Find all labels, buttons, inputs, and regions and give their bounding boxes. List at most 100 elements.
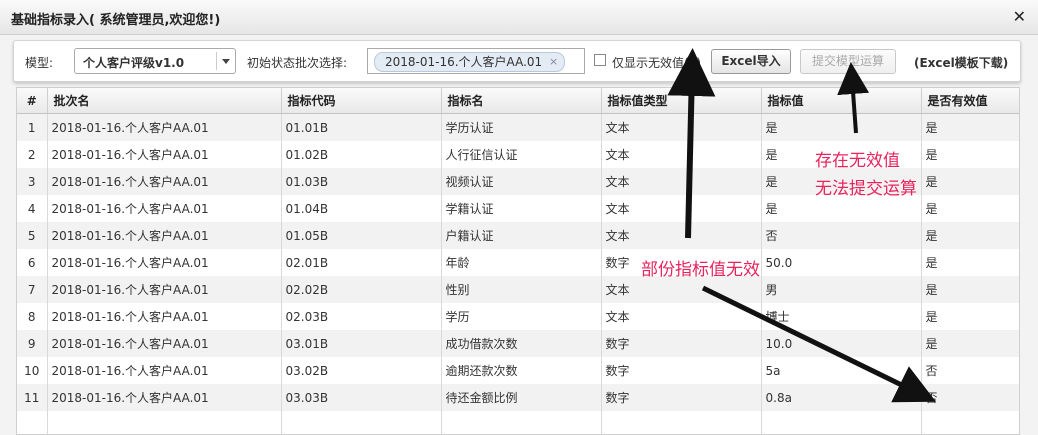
cell-index: 5 xyxy=(17,222,48,249)
invalid-only-checkbox[interactable] xyxy=(594,54,606,66)
table-row[interactable]: 10 2018-01-16.个人客户AA.01 03.02B 逾期还款次数 数字 5a 否 xyxy=(17,357,1019,384)
cell-valid: 是 xyxy=(921,168,1019,195)
invalid-only-label: 仅显示无效值(2) xyxy=(612,56,701,70)
cell-index: 2 xyxy=(17,141,48,168)
cell-code: 01.02B xyxy=(281,141,442,168)
cell-name: 待还金额比例 xyxy=(441,384,602,411)
excel-import-button[interactable]: Excel导入 xyxy=(711,49,791,74)
cell-index: 1 xyxy=(17,113,48,141)
model-select[interactable]: 个人客户评级v1.0 xyxy=(74,48,236,74)
table-row[interactable]: 5 2018-01-16.个人客户AA.01 01.05B 户籍认证 文本否是 xyxy=(17,222,1019,249)
cell-batch: 2018-01-16.个人客户AA.01 xyxy=(47,222,282,249)
cell-valid: 是 xyxy=(921,330,1019,357)
close-icon[interactable]: ✕ xyxy=(1013,7,1026,26)
cell-batch: 2018-01-16.个人客户AA.01 xyxy=(47,113,282,141)
table-row[interactable]: 11 2018-01-16.个人客户AA.01 03.03B 待还金额比例 数字 0.8a… xyxy=(17,384,1019,411)
cell-value: 否 xyxy=(761,222,922,249)
cell-name: 成功借款次数 xyxy=(441,330,602,357)
cell-index: 10 xyxy=(17,357,48,384)
cell-type: 文本 xyxy=(601,195,762,222)
col-header-batch[interactable]: 批次名 xyxy=(47,88,282,114)
col-header-valid[interactable]: 是否有效值 xyxy=(921,88,1019,114)
cell-type: 文本 xyxy=(601,113,762,141)
empty-cell xyxy=(921,411,1019,434)
empty-cell xyxy=(761,411,922,434)
batch-tag: 2018-01-16.个人客户AA.01 × xyxy=(374,52,566,72)
cell-name: 学籍认证 xyxy=(441,195,602,222)
cell-type: 文本 xyxy=(601,168,762,195)
cell-name: 学历 xyxy=(441,303,602,330)
col-header-type[interactable]: 指标值类型 xyxy=(601,88,762,114)
col-header-code[interactable]: 指标代码 xyxy=(281,88,442,114)
model-select-value: 个人客户评级v1.0 xyxy=(83,56,185,70)
cell-index: 6 xyxy=(17,249,48,276)
cell-valid: 是 xyxy=(921,222,1019,249)
batch-tag-label: 2018-01-16.个人客户AA.01 xyxy=(385,55,543,69)
table-row[interactable]: 7 2018-01-16.个人客户AA.01 02.02B 性别 文本男是 xyxy=(17,276,1019,303)
submit-model-button[interactable]: 提交模型运算 xyxy=(800,49,896,74)
cell-batch: 2018-01-16.个人客户AA.01 xyxy=(47,249,282,276)
cell-batch: 2018-01-16.个人客户AA.01 xyxy=(47,357,282,384)
cell-code: 01.04B xyxy=(281,195,442,222)
cell-code: 01.03B xyxy=(281,168,442,195)
cell-type: 数字 xyxy=(601,357,762,384)
col-header-name[interactable]: 指标名 xyxy=(441,88,602,114)
cell-valid: 是 xyxy=(921,141,1019,168)
cell-value: 男 xyxy=(761,276,922,303)
cell-batch: 2018-01-16.个人客户AA.01 xyxy=(47,303,282,330)
cell-value: 是 xyxy=(761,113,922,141)
table-row[interactable]: 9 2018-01-16.个人客户AA.01 03.01B 成功借款次数 数字 10.0 是 xyxy=(17,330,1019,357)
cell-name: 户籍认证 xyxy=(441,222,602,249)
excel-template-link[interactable]: (Excel模板下载) xyxy=(914,54,1008,71)
table-row[interactable]: 6 2018-01-16.个人客户AA.01 02.01B 年龄 数字 50.0 是 xyxy=(17,249,1019,276)
table-row[interactable]: 3 2018-01-16.个人客户AA.01 01.03B 视频认证 文本是是 xyxy=(17,168,1019,195)
cell-type: 文本 xyxy=(601,141,762,168)
cell-name: 逾期还款次数 xyxy=(441,357,602,384)
window-title: 基础指标录入( 系统管理员,欢迎您!) xyxy=(11,13,221,28)
cell-type: 数字 xyxy=(601,330,762,357)
cell-code: 03.03B xyxy=(281,384,442,411)
col-header-index[interactable]: # xyxy=(17,88,48,114)
cell-name: 性别 xyxy=(441,276,602,303)
empty-cell xyxy=(441,411,602,434)
batch-label: 初始状态批次选择: xyxy=(247,56,348,70)
empty-cell xyxy=(281,411,442,434)
empty-cell xyxy=(17,411,48,434)
cell-value: 博士 xyxy=(761,303,922,330)
cell-name: 学历认证 xyxy=(441,113,602,141)
batch-select-input[interactable]: 2018-01-16.个人客户AA.01 × xyxy=(367,48,585,74)
model-label: 模型: xyxy=(25,56,54,70)
cell-type: 文本 xyxy=(601,303,762,330)
cell-index: 3 xyxy=(17,168,48,195)
cell-value: 是 xyxy=(761,168,922,195)
cell-name: 视频认证 xyxy=(441,168,602,195)
table-row[interactable]: 1 2018-01-16.个人客户AA.01 01.01B 学历认证 文本是是 xyxy=(17,113,1019,141)
chevron-down-icon xyxy=(222,59,230,64)
table-row[interactable]: 2 2018-01-16.个人客户AA.01 01.02B 人行征信认证 文本是是 xyxy=(17,141,1019,168)
cell-type: 数字 xyxy=(601,249,762,276)
indicator-table: # 批次名 指标代码 指标名 指标值类型 指标值 是否有效值 1 2018-01-… xyxy=(17,88,1019,434)
dialog-window: 基础指标录入( 系统管理员,欢迎您!) ✕ 模型: 个人客户评级v1.0 初始状… xyxy=(0,0,1038,435)
table-row[interactable]: 4 2018-01-16.个人客户AA.01 01.04B 学籍认证 文本是是 xyxy=(17,195,1019,222)
cell-code: 02.03B xyxy=(281,303,442,330)
cell-index: 11 xyxy=(17,384,48,411)
col-header-value[interactable]: 指标值 xyxy=(761,88,922,114)
cell-code: 01.01B xyxy=(281,113,442,141)
cell-value: 是 xyxy=(761,141,922,168)
cell-name: 年龄 xyxy=(441,249,602,276)
cell-index: 9 xyxy=(17,330,48,357)
cell-value: 10.0 xyxy=(761,330,922,357)
remove-tag-icon[interactable]: × xyxy=(549,53,558,71)
data-grid: # 批次名 指标代码 指标名 指标值类型 指标值 是否有效值 1 2018-01-… xyxy=(16,87,1020,435)
table-row[interactable]: 8 2018-01-16.个人客户AA.01 02.03B 学历 文本 博士是 xyxy=(17,303,1019,330)
cell-valid: 是 xyxy=(921,113,1019,141)
cell-index: 8 xyxy=(17,303,48,330)
empty-cell xyxy=(601,411,762,434)
empty-cell xyxy=(47,411,282,434)
filter-toolbar: 模型: 个人客户评级v1.0 初始状态批次选择: 2018-01-16.个人客户… xyxy=(13,40,1021,82)
cell-name: 人行征信认证 xyxy=(441,141,602,168)
select-divider xyxy=(216,52,217,70)
cell-valid: 是 xyxy=(921,195,1019,222)
cell-index: 4 xyxy=(17,195,48,222)
cell-code: 02.02B xyxy=(281,276,442,303)
